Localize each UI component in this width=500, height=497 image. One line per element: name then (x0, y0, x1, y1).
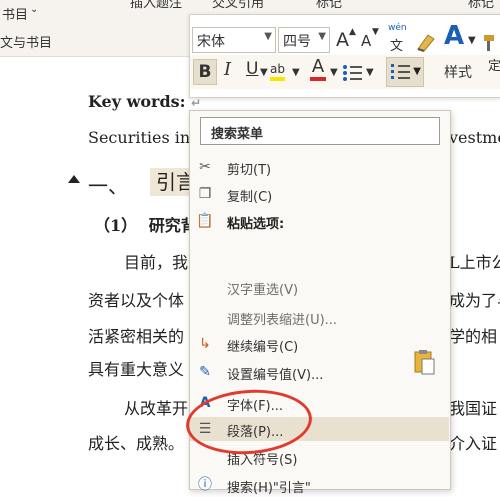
para1-line3-left: 活紧密相关的 (88, 327, 185, 346)
underline-button[interactable]: U (246, 59, 258, 79)
para2-line2-left: 成长、成熟。 (88, 434, 185, 453)
chevron-down-icon[interactable]: ▼ (366, 67, 374, 78)
keywords-label: Key words (88, 92, 180, 111)
text-effects-button[interactable]: A (444, 21, 464, 51)
menu-section-title: 粘贴选项: (227, 217, 285, 232)
chevron-down-icon[interactable]: ▼ (413, 66, 421, 77)
menu-item-label: 设置编号值(V)... (227, 368, 324, 383)
menu-item-cut[interactable]: ✂ 剪切(T) (190, 155, 449, 179)
phonetic-guide-top[interactable]: wén (388, 23, 407, 33)
shrink-arrow-icon: ▼ (372, 27, 379, 37)
chevron-down-icon[interactable]: ⌄ (30, 4, 38, 15)
set-numbering-icon: ✎ (199, 364, 211, 380)
securities-line-left: Securities inv (88, 128, 200, 147)
continue-numbering-icon: ↳ (199, 336, 211, 352)
para1-line1-right: L上市公 (449, 253, 500, 272)
copy-icon: ❐ (198, 186, 212, 202)
ribbon-item-mark-2[interactable]: 标记 (468, 0, 494, 11)
keywords-line: Key words: ↵ (88, 92, 201, 111)
clear-format-icon[interactable] (414, 31, 438, 53)
font-size-combo[interactable]: 四号 ▼ (278, 27, 330, 53)
menu-item-copy[interactable]: ❐ 复制(C) (190, 182, 449, 206)
mini-toolbar-row-1: 宋体 ▼ 四号 ▼ A ▲ A ▼ wén 文 A ▼ (190, 21, 500, 54)
mini-toolbar-row-2: B I U ▼ ab ▼ A ▼ ▼ ▼ 样式 定 (190, 55, 500, 89)
numbering-button[interactable]: ▼ (386, 57, 424, 87)
menu-item-label: 调整列表缩进(U)... (227, 313, 338, 328)
menu-item-reselect-hanzi[interactable]: 汉字重选(V) (190, 275, 449, 299)
menu-item-set-numbering-value[interactable]: ✎ 设置编号值(V)... (190, 360, 449, 384)
para2-line1-left: 从改革开 (124, 399, 189, 418)
collapse-triangle-icon[interactable] (68, 175, 80, 183)
shrink-font-button[interactable]: A (361, 32, 371, 50)
ribbon-item-bibliography[interactable]: 书目 (2, 4, 28, 23)
bold-button[interactable]: B (193, 59, 217, 85)
chevron-down-icon[interactable]: ▼ (330, 67, 338, 78)
menu-item-adjust-list-indent[interactable]: 调整列表缩进(U)... (190, 305, 449, 329)
paragraph-mark-icon: ↵ (191, 96, 202, 110)
para2-line1-right: 我国证 (449, 399, 498, 418)
para1-line4: 具有重大意义 (88, 360, 185, 379)
subheading-number: （1） (94, 216, 138, 235)
mini-format-toolbar: 宋体 ▼ 四号 ▼ A ▲ A ▼ wén 文 A ▼ B I U ▼ ab ▼… (189, 14, 500, 98)
ribbon-item-mark[interactable]: 标记 (316, 0, 342, 11)
font-size-value: 四号 (283, 34, 311, 50)
font-color-button[interactable]: A (310, 57, 326, 81)
italic-button[interactable]: I (224, 59, 231, 80)
menu-item-label: 继续编号(C) (227, 340, 299, 355)
para1-line3-right: 学的相 (449, 327, 498, 346)
menu-item-label: 汉字重选(V) (227, 283, 299, 298)
font-name-combo[interactable]: 宋体 ▼ (192, 27, 276, 53)
phonetic-guide-button[interactable]: 文 (390, 35, 403, 54)
chevron-down-icon[interactable]: ▼ (260, 67, 268, 78)
define-button[interactable]: 定 (488, 55, 500, 74)
font-name-value: 宋体 (197, 34, 225, 50)
menu-search-input[interactable]: 搜索菜单 (200, 117, 440, 145)
chevron-down-icon[interactable]: ▼ (468, 35, 476, 46)
bullets-icon[interactable] (342, 63, 364, 83)
menu-item-paste-options: 📋 粘贴选项: (190, 209, 449, 233)
para2-line2-right: 介入证 (449, 434, 498, 453)
ribbon-item-insert-caption[interactable]: 插入题注 (130, 0, 182, 11)
chevron-down-icon[interactable]: ▼ (292, 67, 300, 78)
paste-icon: 📋 (196, 213, 214, 229)
numbering-icon (391, 64, 410, 79)
format-painter-icon[interactable] (478, 33, 498, 53)
search-icon: ⓘ (198, 477, 212, 493)
grow-font-button[interactable]: A (336, 29, 349, 51)
menu-item-label: 复制(C) (227, 190, 273, 205)
securities-line-right: vestme (449, 128, 500, 147)
scissors-icon: ✂ (199, 159, 211, 175)
para1-line2-right: 成为了与 (449, 291, 500, 310)
styles-button[interactable]: 样式 (444, 62, 472, 82)
heading-number: 一、 (88, 174, 128, 198)
grow-arrow-icon: ▲ (349, 27, 356, 37)
menu-item-label: 搜索(H)"引言" (227, 481, 311, 496)
menu-item-label: 剪切(T) (227, 163, 272, 178)
keywords-colon: : (179, 92, 186, 111)
chevron-down-icon[interactable]: ▼ (264, 31, 272, 42)
para1-line1-left: 目前，我 (124, 253, 189, 272)
menu-item-search[interactable]: ⓘ 搜索(H)"引言" (190, 473, 449, 497)
ribbon-item-cross-reference[interactable]: 交叉引用 (212, 0, 264, 11)
ribbon-group-label: 文与书目 (0, 36, 53, 51)
chevron-down-icon[interactable]: ▼ (318, 31, 326, 42)
menu-item-continue-numbering[interactable]: ↳ 继续编号(C) (190, 332, 449, 356)
highlight-button[interactable]: ab (270, 61, 285, 81)
para1-line2-left: 资者以及个体 (88, 291, 185, 310)
subheading: （1） 研究背 (94, 212, 197, 236)
